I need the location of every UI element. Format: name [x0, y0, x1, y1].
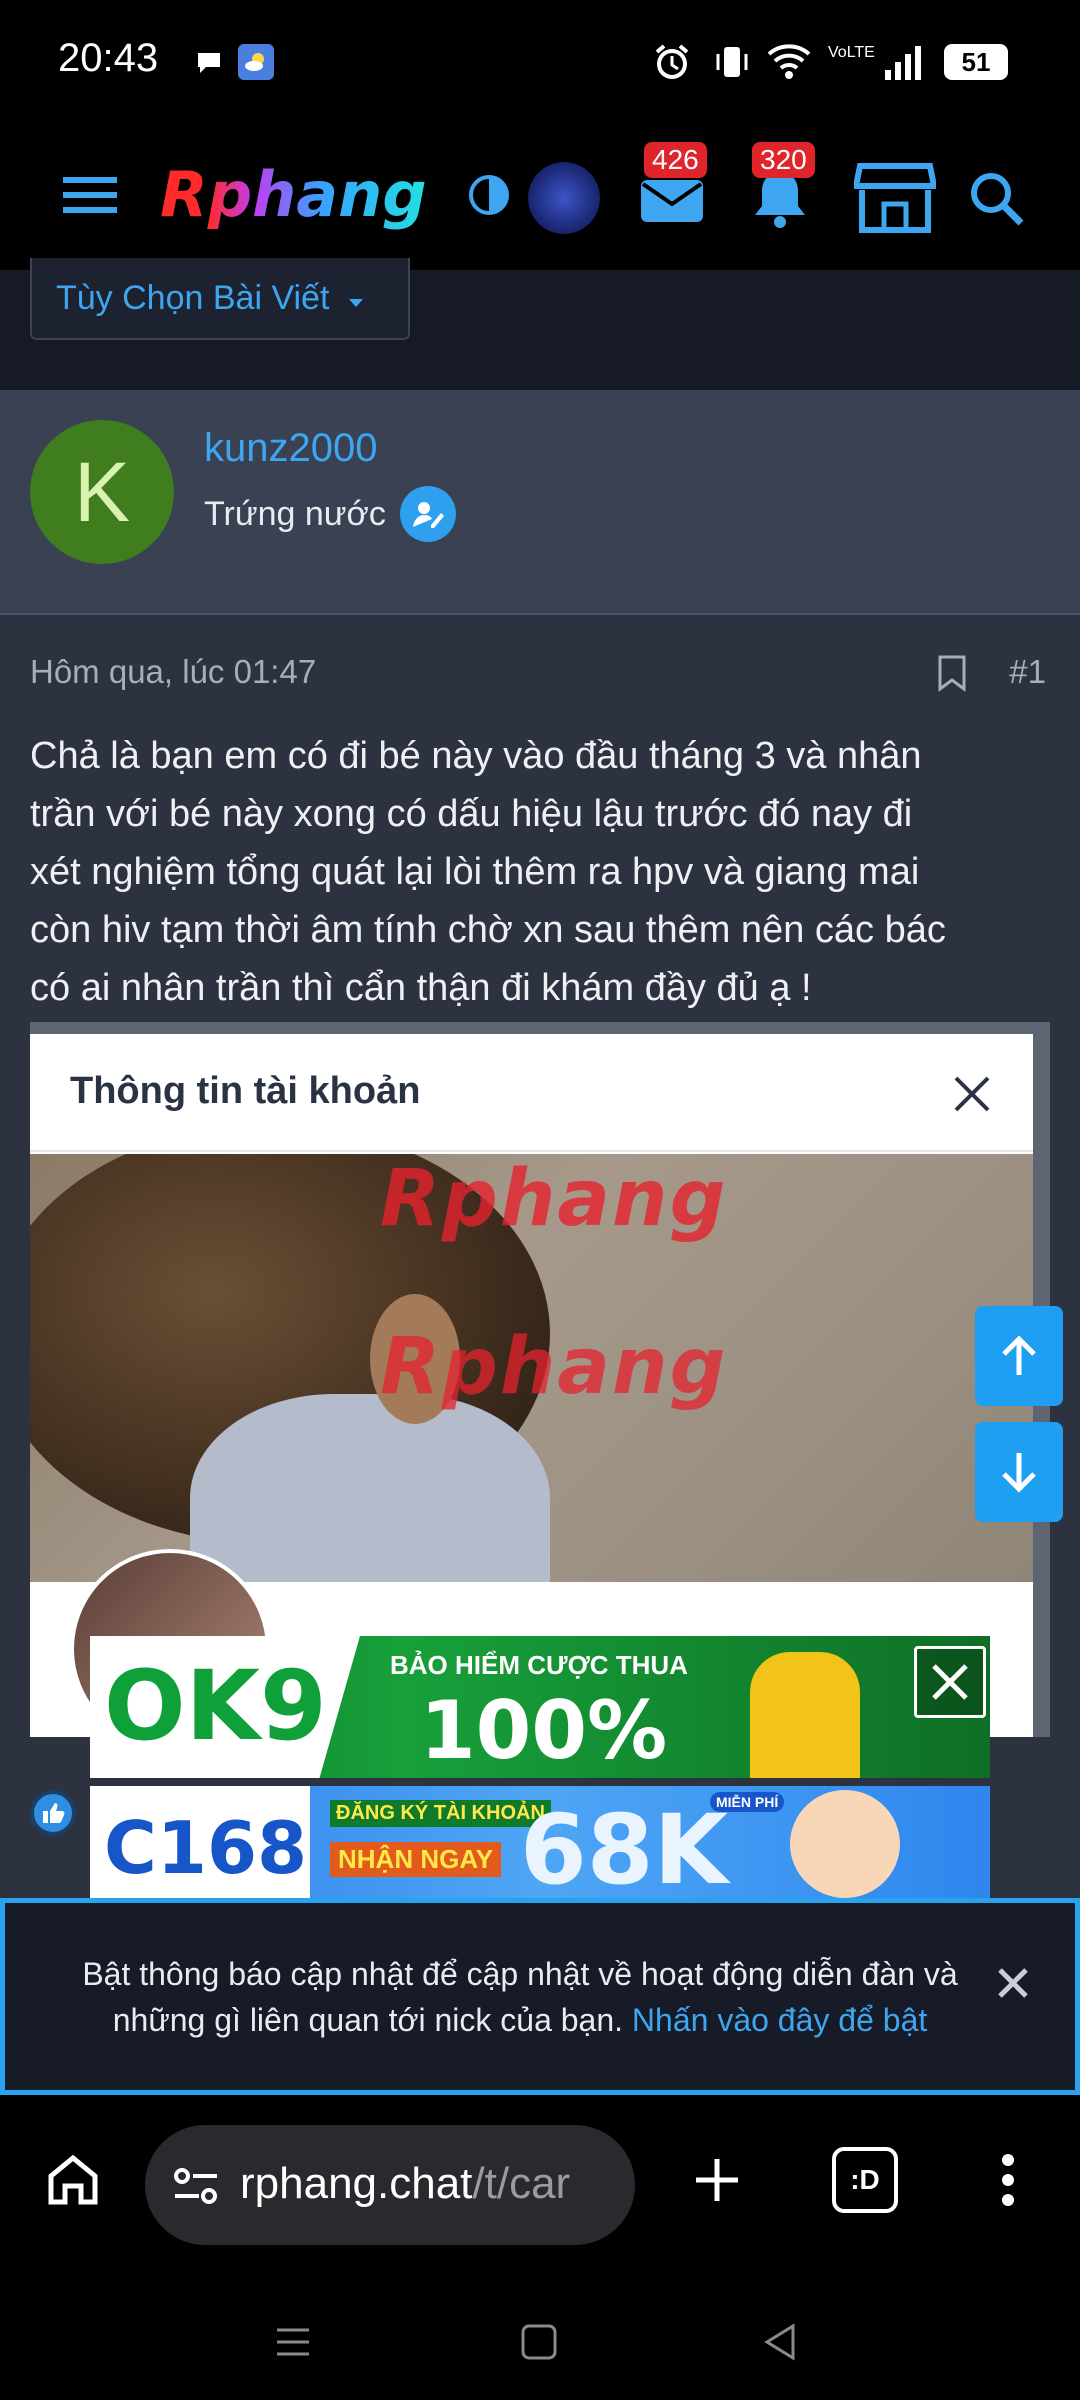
ad-brand: OK9 — [104, 1650, 327, 1762]
messages-badge: 426 — [644, 142, 707, 178]
post-options-label: Tùy Chọn Bài Viết — [56, 278, 330, 317]
arrow-up-icon — [1002, 1335, 1036, 1375]
address-bar[interactable]: rphang.chat/t/car — [145, 2125, 635, 2245]
shirt-shape — [190, 1394, 550, 1582]
back-icon[interactable] — [754, 2315, 808, 2369]
post-date[interactable]: Hôm qua, lúc 01:47 — [30, 653, 316, 691]
notification-text: Bật thông báo cập nhật để cập nhật về ho… — [55, 1951, 985, 2043]
avatar-letter: K — [73, 444, 131, 539]
post-attached-image[interactable]: Thông tin tài khoản Rphang Rphang — [30, 1022, 1050, 1737]
enable-notifications-link[interactable]: Nhấn vào đây để bật — [632, 2002, 927, 2038]
battery-level: 51 — [961, 46, 991, 77]
user-avatar[interactable] — [528, 162, 600, 234]
ad-headline: ĐĂNG KÝ TÀI KHOẢN — [330, 1800, 551, 1827]
photo: Rphang Rphang — [30, 1154, 1033, 1582]
user-title-text: Trứng nước — [204, 494, 386, 533]
post-number[interactable]: #1 — [1009, 653, 1046, 691]
verified-user-icon — [399, 486, 456, 542]
ad-amount: 68K — [520, 1794, 728, 1898]
status-bar: 20:43 VoLTE 51 — [0, 0, 1080, 120]
ad-banner-c168[interactable]: C168 ĐĂNG KÝ TÀI KHOẢN NHẬN NGAY 68K MIỄ… — [90, 1786, 990, 1898]
close-icon — [950, 1072, 994, 1116]
push-notification-banner: Bật thông báo cập nhật để cập nhật về ho… — [0, 1898, 1080, 2095]
recent-apps-icon[interactable] — [266, 2315, 320, 2369]
watermark: Rphang — [380, 1322, 728, 1412]
post-body: Chả là bạn em có đi bé này vào đầu tháng… — [30, 727, 1050, 1017]
ad-subheadline: NHẬN NGAY — [330, 1842, 502, 1877]
home-button-icon[interactable] — [512, 2315, 566, 2369]
tab-switcher-label: :D — [850, 2164, 880, 2195]
messages-icon[interactable] — [636, 170, 708, 230]
wifi-icon — [764, 38, 814, 84]
bookmark-icon[interactable] — [932, 651, 972, 695]
post-line: có ai nhân trần thì cẩn thận đi khám đầy… — [30, 967, 812, 1009]
modal-title: Thông tin tài khoản — [70, 1070, 421, 1112]
post-author: K kunz2000 Trứng nước — [0, 390, 1080, 615]
ad-character-figure — [790, 1790, 900, 1898]
ad-headline: BẢO HIỂM CƯỢC THUA — [390, 1650, 688, 1680]
caret-down-icon — [347, 279, 365, 318]
like-reaction-icon[interactable] — [30, 1790, 76, 1836]
arrow-down-icon — [1002, 1453, 1036, 1493]
search-icon[interactable] — [962, 164, 1032, 234]
weather-icon — [238, 44, 274, 80]
vibrate-icon — [710, 40, 754, 84]
ad-tag: MIỄN PHÍ — [710, 1792, 785, 1812]
home-icon[interactable] — [40, 2147, 106, 2213]
post-line: trần với bé này xong có dấu hiệu lậu trư… — [30, 793, 913, 835]
ad-big-number: 100% — [420, 1684, 668, 1777]
signal-icon — [880, 40, 926, 84]
post-line: Chả là bạn em có đi bé này vào đầu tháng… — [30, 735, 922, 777]
dismiss-notification-icon[interactable] — [991, 1961, 1035, 2005]
tab-switcher-icon[interactable]: :D — [832, 2147, 898, 2213]
scroll-up-button[interactable] — [975, 1306, 1063, 1406]
alerts-badge: 320 — [752, 142, 815, 178]
url-path: /t/car — [472, 2159, 571, 2208]
browser-toolbar: rphang.chat/t/car :D — [0, 2095, 1080, 2275]
ad-player-figure — [750, 1652, 860, 1778]
post-line: xét nghiệm tổng quát lại lòi thêm ra hpv… — [30, 851, 920, 893]
ad-banner-ok9[interactable]: OK9 BẢO HIỂM CƯỢC THUA 100% — [90, 1636, 990, 1778]
account-info-modal-image: Thông tin tài khoản Rphang Rphang — [30, 1034, 1033, 1737]
chat-notification-icon — [194, 48, 224, 78]
site-logo[interactable]: Rphang — [160, 158, 427, 231]
volte-label: VoLTE — [828, 44, 875, 61]
system-navigation-bar — [0, 2275, 1080, 2400]
store-icon[interactable] — [852, 158, 938, 238]
url-text: rphang.chat/t/car — [240, 2159, 620, 2209]
theme-toggle-icon[interactable] — [462, 168, 516, 222]
app-header: Rphang 426 320 — [0, 120, 1080, 270]
author-username[interactable]: kunz2000 — [204, 426, 377, 471]
url-host: rphang.chat — [240, 2159, 473, 2208]
battery-indicator: 51 — [944, 44, 1008, 80]
post-options-button[interactable]: Tùy Chọn Bài Viết — [30, 258, 410, 340]
more-options-icon[interactable] — [986, 2147, 1030, 2213]
author-avatar[interactable]: K — [30, 420, 174, 564]
new-tab-icon[interactable] — [684, 2147, 750, 2213]
ad-brand: C168 — [104, 1806, 308, 1890]
clock: 20:43 — [58, 36, 159, 80]
post-line: còn hiv tạm thời âm tính chờ xn sau thêm… — [30, 909, 946, 951]
ad-close-icon[interactable] — [914, 1646, 986, 1718]
scroll-down-button[interactable] — [975, 1422, 1063, 1522]
site-settings-icon[interactable] — [171, 2161, 221, 2211]
alarm-icon — [650, 40, 694, 84]
author-user-title: Trứng nước — [204, 486, 456, 542]
menu-icon[interactable] — [58, 170, 122, 220]
modal-header: Thông tin tài khoản — [30, 1034, 1033, 1152]
watermark: Rphang — [380, 1154, 728, 1244]
